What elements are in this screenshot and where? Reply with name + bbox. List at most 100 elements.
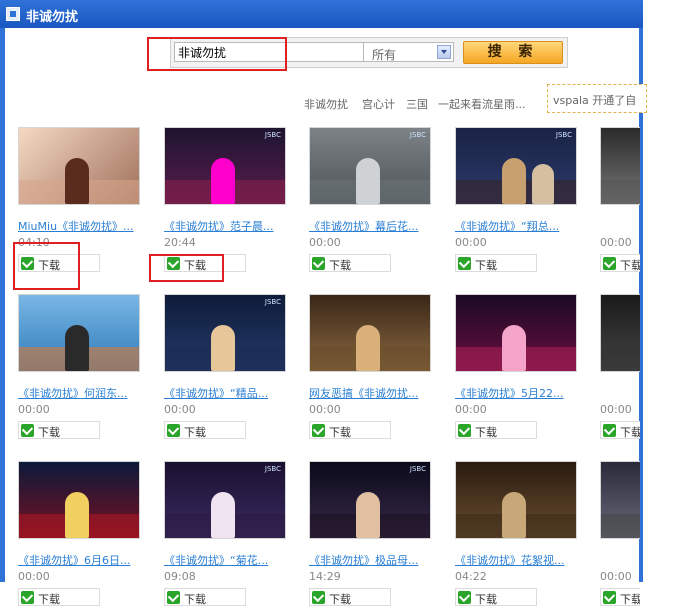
download-label: 下载 bbox=[184, 426, 206, 439]
channel-logo: JSBC bbox=[555, 131, 572, 139]
video-title-link[interactable]: MiuMiu《非诚勿扰》... bbox=[18, 218, 140, 234]
notice-ticker[interactable]: vspala 开通了自 bbox=[547, 84, 647, 113]
video-card[interactable]: 00:00 下载 bbox=[600, 294, 640, 449]
video-duration: 00:00 bbox=[18, 570, 50, 583]
download-button[interactable]: 下载 bbox=[455, 421, 537, 439]
video-thumbnail[interactable] bbox=[18, 461, 140, 539]
download-icon bbox=[167, 424, 180, 437]
download-label: 下载 bbox=[620, 259, 640, 272]
thumbnail-person bbox=[211, 492, 235, 538]
download-button[interactable]: 下载 bbox=[164, 421, 246, 439]
video-card[interactable]: 网友恶搞《非诚勿扰... 00:00 下载 bbox=[309, 294, 431, 449]
thumbnail-person bbox=[502, 492, 526, 538]
video-thumbnail[interactable] bbox=[309, 294, 431, 372]
download-label: 下载 bbox=[620, 593, 640, 606]
video-thumbnail[interactable]: JSBC bbox=[164, 294, 286, 372]
thumbnail-person bbox=[502, 325, 526, 371]
video-thumbnail[interactable]: JSBC bbox=[309, 461, 431, 539]
video-duration: 00:00 bbox=[600, 403, 632, 416]
video-duration: 09:08 bbox=[164, 570, 196, 583]
video-title-link[interactable]: 《非诚勿扰》幕后花... bbox=[309, 218, 431, 234]
video-card[interactable]: 《非诚勿扰》何润东... 00:00 下载 bbox=[18, 294, 140, 449]
video-title-link[interactable]: 《非诚勿扰》“精品... bbox=[164, 385, 286, 401]
video-card[interactable]: 00:00 下载 bbox=[600, 127, 640, 282]
video-title-link[interactable]: 《非诚勿扰》“翔总... bbox=[455, 218, 577, 234]
download-button[interactable]: 下载 bbox=[309, 588, 391, 606]
video-title-link[interactable]: 《非诚勿扰》范子晨... bbox=[164, 218, 286, 234]
video-duration: 00:00 bbox=[18, 403, 50, 416]
video-card[interactable]: JSBC 《非诚勿扰》“精品... 00:00 下载 bbox=[164, 294, 286, 449]
video-duration: 00:00 bbox=[309, 403, 341, 416]
download-label: 下载 bbox=[329, 259, 351, 272]
video-title-link[interactable]: 《非诚勿扰》5月22... bbox=[455, 385, 577, 401]
video-card[interactable]: JSBC 《非诚勿扰》“翔总... 00:00 下载 bbox=[455, 127, 577, 282]
video-thumbnail[interactable]: JSBC bbox=[164, 461, 286, 539]
thumbnail-stage bbox=[601, 346, 640, 371]
video-thumbnail[interactable]: JSBC bbox=[309, 127, 431, 205]
hot-keyword-link[interactable]: 非诚勿扰 bbox=[304, 96, 348, 112]
video-card[interactable]: 《非诚勿扰》花絮视... 04:22 下载 bbox=[455, 461, 577, 616]
download-icon bbox=[312, 257, 325, 270]
thumbnail-person bbox=[65, 158, 89, 204]
video-title-link[interactable]: 网友恶搞《非诚勿扰... bbox=[309, 385, 431, 401]
app-icon bbox=[6, 7, 20, 21]
search-button[interactable]: 搜 索 bbox=[463, 41, 563, 64]
download-label: 下载 bbox=[38, 593, 60, 606]
video-title-link[interactable]: 《非诚勿扰》极品母... bbox=[309, 552, 431, 568]
video-title-link[interactable]: 《非诚勿扰》“菊花... bbox=[164, 552, 286, 568]
video-thumbnail[interactable]: JSBC bbox=[455, 127, 577, 205]
hot-keyword-link[interactable]: 一起来看流星雨... bbox=[438, 96, 526, 112]
video-thumbnail[interactable] bbox=[18, 127, 140, 205]
thumbnail-person bbox=[211, 325, 235, 371]
video-thumbnail[interactable] bbox=[600, 127, 640, 205]
scope-value: 所有 bbox=[372, 48, 397, 62]
video-card[interactable]: 《非诚勿扰》5月22... 00:00 下载 bbox=[455, 294, 577, 449]
download-button[interactable]: 下载 bbox=[455, 588, 537, 606]
notice-text: vspala 开通了自 bbox=[553, 94, 637, 107]
thumbnail-stage bbox=[601, 179, 640, 204]
download-button[interactable]: 下载 bbox=[600, 588, 640, 606]
channel-logo: JSBC bbox=[264, 298, 281, 306]
video-duration: 14:29 bbox=[309, 570, 341, 583]
download-button[interactable]: 下载 bbox=[309, 421, 391, 439]
video-thumbnail[interactable] bbox=[600, 461, 640, 539]
scope-select[interactable]: 所有 bbox=[364, 42, 454, 62]
video-thumbnail[interactable]: JSBC bbox=[164, 127, 286, 205]
download-button[interactable]: 下载 bbox=[600, 421, 640, 439]
hot-keyword-link[interactable]: 三国 bbox=[406, 96, 428, 112]
window-titlebar: 非诚勿扰 bbox=[0, 0, 643, 28]
video-duration: 00:00 bbox=[455, 403, 487, 416]
video-title-link[interactable]: 《非诚勿扰》何润东... bbox=[18, 385, 140, 401]
download-label: 下载 bbox=[184, 593, 206, 606]
video-card[interactable]: JSBC 《非诚勿扰》“菊花... 09:08 下载 bbox=[164, 461, 286, 616]
download-icon bbox=[603, 257, 616, 270]
video-duration: 00:00 bbox=[600, 236, 632, 249]
video-card[interactable]: JSBC 《非诚勿扰》幕后花... 00:00 下载 bbox=[309, 127, 431, 282]
video-card[interactable]: 00:00 下载 bbox=[600, 461, 640, 616]
download-button[interactable]: 下载 bbox=[18, 588, 100, 606]
video-card[interactable]: JSBC 《非诚勿扰》极品母... 14:29 下载 bbox=[309, 461, 431, 616]
download-label: 下载 bbox=[475, 259, 497, 272]
thumbnail-person bbox=[532, 164, 554, 204]
window-frame-left bbox=[0, 28, 5, 582]
video-title-link[interactable]: 《非诚勿扰》花絮视... bbox=[455, 552, 577, 568]
download-icon bbox=[603, 591, 616, 604]
video-thumbnail[interactable] bbox=[18, 294, 140, 372]
download-icon bbox=[21, 591, 34, 604]
download-button[interactable]: 下载 bbox=[309, 254, 391, 272]
chevron-down-icon[interactable] bbox=[437, 45, 451, 59]
hot-keyword-link[interactable]: 宫心计 bbox=[362, 96, 395, 112]
download-button[interactable]: 下载 bbox=[164, 588, 246, 606]
video-thumbnail[interactable] bbox=[455, 461, 577, 539]
download-icon bbox=[603, 424, 616, 437]
download-icon bbox=[312, 591, 325, 604]
video-title-link[interactable]: 《非诚勿扰》6月6日... bbox=[18, 552, 140, 568]
video-thumbnail[interactable] bbox=[455, 294, 577, 372]
download-button[interactable]: 下载 bbox=[600, 254, 640, 272]
video-card[interactable]: 《非诚勿扰》6月6日... 00:00 下载 bbox=[18, 461, 140, 616]
video-thumbnail[interactable] bbox=[600, 294, 640, 372]
download-button[interactable]: 下载 bbox=[18, 421, 100, 439]
download-icon bbox=[458, 257, 471, 270]
highlight-search-input bbox=[147, 37, 287, 71]
download-button[interactable]: 下载 bbox=[455, 254, 537, 272]
